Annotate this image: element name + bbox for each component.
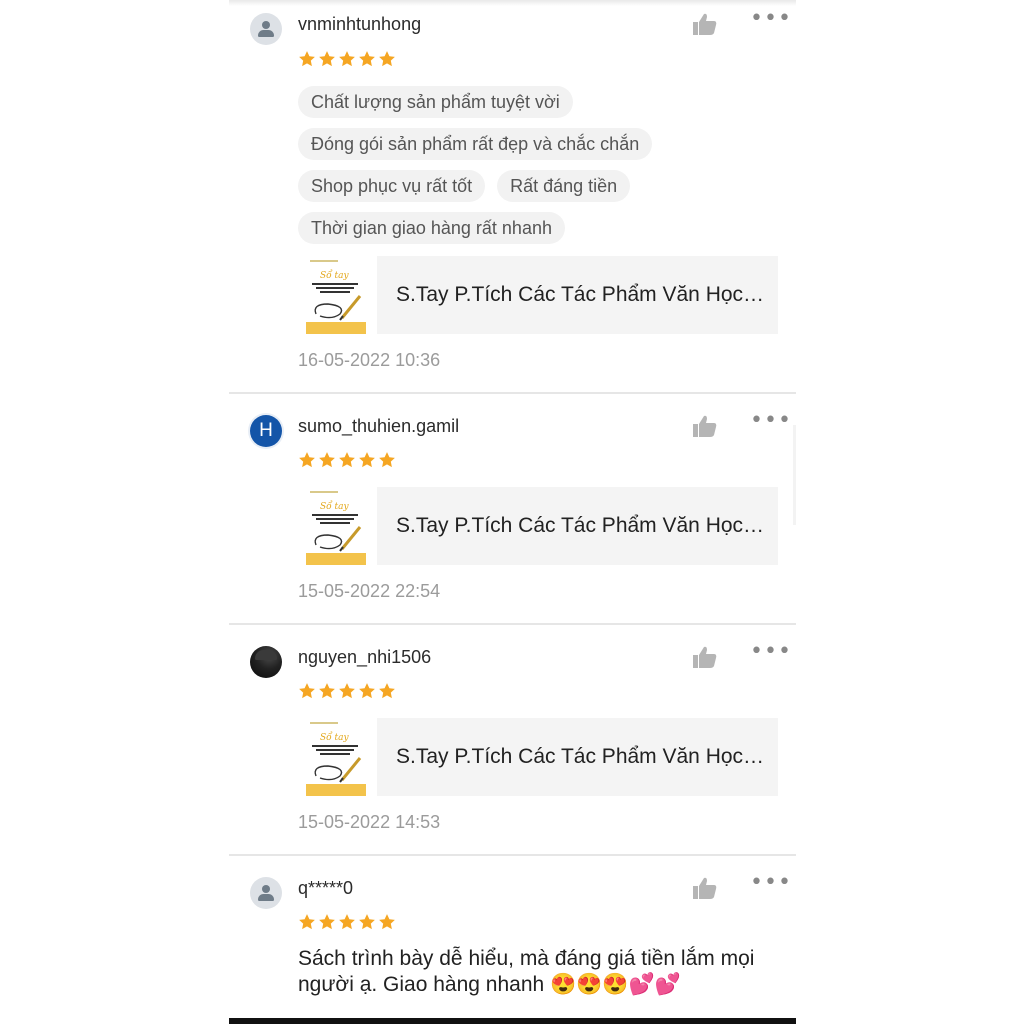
star-icon — [319, 51, 335, 67]
star-icon — [379, 683, 395, 699]
star-icon — [339, 914, 355, 930]
avatar[interactable] — [250, 13, 282, 45]
star-icon — [359, 51, 375, 67]
rating-stars — [298, 451, 396, 469]
product-thumbnail: Sổ tay — [306, 718, 366, 796]
avatar[interactable] — [250, 877, 282, 909]
rating-stars — [298, 50, 396, 68]
thumbs-up-icon[interactable] — [692, 414, 718, 438]
review-date: 15-05-2022 22:54 — [298, 581, 441, 601]
star-icon — [339, 51, 355, 67]
thumbs-up-icon[interactable] — [692, 876, 718, 900]
more-options-icon[interactable]: ••• — [750, 872, 792, 894]
review-date: 16-05-2022 10:36 — [298, 350, 441, 370]
review-tag: Đóng gói sản phẩm rất đẹp và chắc chắn — [298, 128, 653, 160]
review-tag: Chất lượng sản phẩm tuyệt vời — [298, 86, 573, 118]
star-icon — [299, 51, 315, 67]
more-options-icon[interactable]: ••• — [750, 8, 792, 30]
more-options-icon[interactable]: ••• — [750, 641, 792, 663]
star-icon — [299, 914, 315, 930]
product-name: S.Tay P.Tích Các Tác Phẩm Văn Học Lớp 11 — [396, 283, 766, 306]
star-icon — [359, 683, 375, 699]
product-link[interactable]: Sổ tay S.Tay P.Tích Các Tác Phẩm Văn Học… — [298, 718, 778, 796]
review-comment: Sách trình bày dễ hiểu, mà đáng giá tiền… — [298, 947, 755, 996]
star-icon — [359, 452, 375, 468]
product-thumbnail: Sổ tay — [306, 256, 366, 334]
product-thumbnail: Sổ tay — [306, 487, 366, 565]
avatar[interactable]: H — [250, 415, 282, 447]
review-tag: Rất đáng tiền — [497, 170, 631, 202]
thumbs-up-icon[interactable] — [692, 645, 718, 669]
star-icon — [359, 914, 375, 930]
star-icon — [339, 683, 355, 699]
product-name: S.Tay P.Tích Các Tác Phẩm Văn Học Lớp 11 — [396, 514, 766, 537]
thumbs-up-icon[interactable] — [692, 12, 718, 36]
svg-text:Sổ tay: Sổ tay — [320, 269, 350, 281]
star-icon — [299, 683, 315, 699]
star-icon — [319, 683, 335, 699]
star-icon — [379, 914, 395, 930]
product-link[interactable]: Sổ tay S.Tay P.Tích Các Tác Phẩm Văn Học… — [298, 487, 778, 565]
username[interactable]: nguyen_nhi1506 — [298, 647, 431, 668]
more-options-icon[interactable]: ••• — [750, 410, 792, 432]
rating-stars — [298, 682, 396, 700]
product-link[interactable]: Sổ tay S.Tay P.Tích Các Tác Phẩm Văn Học… — [298, 256, 778, 334]
star-icon — [319, 452, 335, 468]
review-tag: Shop phục vụ rất tốt — [298, 170, 486, 202]
bottom-edge — [229, 1018, 796, 1024]
review-item: vnminhtunhong ••• Chất lượng sản phẩm tu… — [229, 0, 796, 394]
svg-text:Sổ tay: Sổ tay — [320, 500, 350, 512]
star-icon — [339, 452, 355, 468]
avatar[interactable] — [250, 646, 282, 678]
star-icon — [379, 51, 395, 67]
rating-stars — [298, 913, 396, 931]
review-tags: Chất lượng sản phẩm tuyệt vời Đóng gói s… — [298, 86, 778, 254]
username[interactable]: sumo_thuhien.gamil — [298, 416, 459, 437]
username[interactable]: q*****0 — [298, 878, 353, 899]
review-date: 15-05-2022 14:53 — [298, 812, 441, 832]
username[interactable]: vnminhtunhong — [298, 14, 421, 35]
star-icon — [319, 914, 335, 930]
review-item: q*****0 ••• Sách trình bày dễ hiểu, mà đ… — [229, 856, 796, 1018]
review-tag: Thời gian giao hàng rất nhanh — [298, 212, 565, 244]
product-name: S.Tay P.Tích Các Tác Phẩm Văn Học Lớp 11 — [396, 745, 766, 768]
svg-text:Sổ tay: Sổ tay — [320, 731, 350, 743]
star-icon — [299, 452, 315, 468]
review-item: nguyen_nhi1506 ••• Sổ tay S.Tay P.Tích C… — [229, 625, 796, 856]
review-item: H sumo_thuhien.gamil ••• Sổ tay S.Tay P.… — [229, 394, 796, 625]
star-icon — [379, 452, 395, 468]
review-list: vnminhtunhong ••• Chất lượng sản phẩm tu… — [229, 0, 796, 1024]
